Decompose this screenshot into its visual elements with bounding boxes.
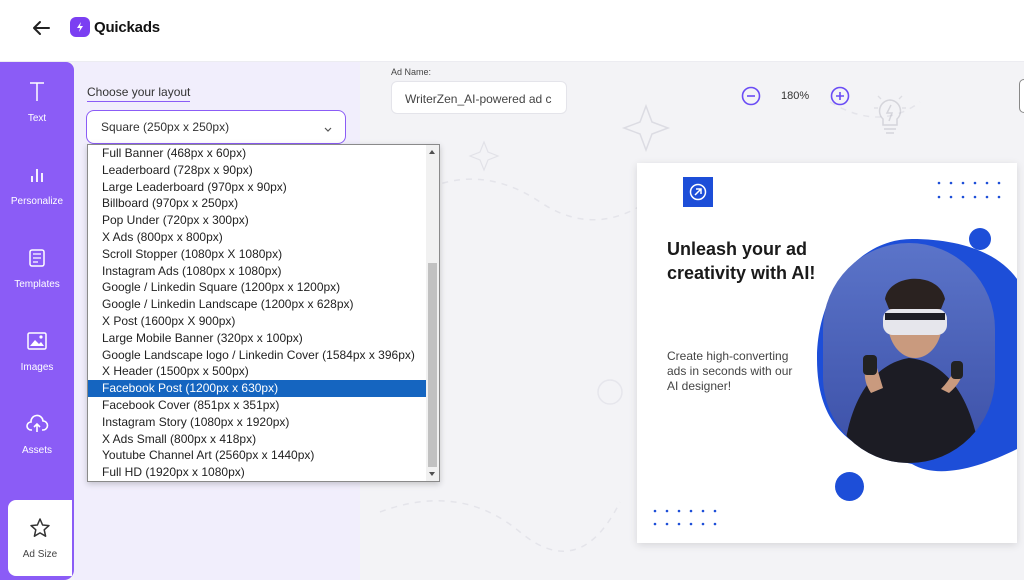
- decorative-circle-top: [969, 228, 991, 250]
- chevron-down-icon: [323, 123, 333, 137]
- ad-name-label: Ad Name:: [391, 67, 432, 77]
- sidebar: Text Personalize Templates Images Assets…: [0, 62, 74, 580]
- image-icon: [25, 329, 49, 356]
- sidebar-item-label: Assets: [21, 445, 52, 456]
- dropdown-scrollbar[interactable]: [426, 145, 439, 481]
- sidebar-item-personalize[interactable]: Personalize: [0, 147, 74, 223]
- dropdown-option[interactable]: Full HD (1920px x 1080px): [88, 464, 427, 481]
- layout-dropdown-list[interactable]: Full Banner (468px x 60px) Leaderboard (…: [87, 144, 440, 482]
- dropdown-option[interactable]: Full Banner (468px x 60px): [88, 145, 427, 162]
- arrow-left-icon[interactable]: [30, 17, 52, 39]
- ad-headline: Unleash your ad creativity with AI!: [667, 239, 816, 283]
- dropdown-option[interactable]: Youtube Channel Art (2560px x 1440px): [88, 447, 427, 464]
- dropdown-option[interactable]: Facebook Cover (851px x 351px): [88, 397, 427, 414]
- dropdown-option[interactable]: X Post (1600px X 900px): [88, 313, 427, 330]
- dropdown-option[interactable]: X Ads Small (800px x 418px): [88, 431, 427, 448]
- text-icon: [25, 80, 49, 107]
- ad-name-value: WriterZen_AI-powered ad c: [405, 92, 552, 106]
- zoom-level: 180%: [781, 90, 810, 102]
- sidebar-item-assets[interactable]: Assets: [0, 396, 74, 472]
- scrollbar-thumb[interactable]: [428, 263, 437, 467]
- dropdown-option[interactable]: Google / Linkedin Square (1200px x 1200p…: [88, 279, 427, 296]
- dropdown-option-highlighted[interactable]: Facebook Post (1200px x 630px): [88, 380, 427, 397]
- dot-pattern-bottom: [653, 509, 717, 526]
- dropdown-option[interactable]: Google Landscape logo / Linkedin Cover (…: [88, 347, 427, 364]
- dropdown-option[interactable]: Large Leaderboard (970px x 90px): [88, 179, 427, 196]
- layout-select-value: Square (250px x 250px): [101, 120, 230, 134]
- logo-text: Quickads: [94, 18, 160, 36]
- dropdown-option[interactable]: Large Mobile Banner (320px x 100px): [88, 330, 427, 347]
- scroll-up-arrow-icon[interactable]: [429, 150, 435, 154]
- ad-preview-canvas[interactable]: Unleash your ad creativity with AI! Crea…: [637, 163, 1017, 543]
- sidebar-item-label: Text: [27, 113, 47, 124]
- decorative-circle-bottom: [835, 472, 864, 501]
- zoom-in-icon[interactable]: [829, 85, 851, 107]
- top-bar: Quickads: [0, 0, 1024, 62]
- ad-subtext: Create high-converting ads in seconds wi…: [667, 349, 793, 393]
- dropdown-option[interactable]: Google / Linkedin Landscape (1200px x 62…: [88, 296, 427, 313]
- dot-pattern-top: [937, 181, 1001, 199]
- sidebar-item-images[interactable]: Images: [0, 313, 74, 389]
- dropdown-option[interactable]: Billboard (970px x 250px): [88, 195, 427, 212]
- dropdown-option[interactable]: Instagram Ads (1080px x 1080px): [88, 263, 427, 280]
- sidebar-item-label: Personalize: [10, 196, 64, 207]
- scroll-down-arrow-icon[interactable]: [429, 472, 435, 476]
- dropdown-options: Full Banner (468px x 60px) Leaderboard (…: [88, 145, 427, 481]
- lightbulb-icon: [870, 92, 910, 140]
- ad-name-input[interactable]: WriterZen_AI-powered ad c: [391, 81, 567, 114]
- templates-icon: [25, 246, 49, 273]
- layout-label: Choose your layout: [87, 85, 191, 102]
- sidebar-item-label: Ad Size: [22, 549, 58, 560]
- brand-logo-icon: [683, 177, 713, 207]
- vr-person-photo: [823, 243, 995, 463]
- sidebar-item-label: Templates: [14, 279, 60, 290]
- sidebar-item-templates[interactable]: Templates: [0, 230, 74, 306]
- cloud-upload-icon: [25, 412, 49, 439]
- star-icon: [28, 516, 52, 543]
- dropdown-option[interactable]: X Header (1500px x 500px): [88, 363, 427, 380]
- dropdown-option[interactable]: Leaderboard (728px x 90px): [88, 162, 427, 179]
- dropdown-option[interactable]: Scroll Stopper (1080px X 1080px): [88, 246, 427, 263]
- edge-button[interactable]: [1019, 79, 1024, 113]
- layout-select[interactable]: Square (250px x 250px): [86, 110, 346, 144]
- sidebar-item-text[interactable]: Text: [0, 64, 74, 140]
- quickads-logo-icon: [70, 17, 90, 37]
- bar-chart-icon: [25, 163, 49, 190]
- dropdown-option[interactable]: Instagram Story (1080px x 1920px): [88, 414, 427, 431]
- sidebar-item-label: Images: [20, 362, 54, 373]
- dropdown-option[interactable]: Pop Under (720px x 300px): [88, 212, 427, 229]
- zoom-out-icon[interactable]: [740, 85, 762, 107]
- sidebar-item-ad-size[interactable]: Ad Size: [8, 500, 72, 576]
- logo[interactable]: Quickads: [70, 17, 160, 37]
- dropdown-option[interactable]: X Ads (800px x 800px): [88, 229, 427, 246]
